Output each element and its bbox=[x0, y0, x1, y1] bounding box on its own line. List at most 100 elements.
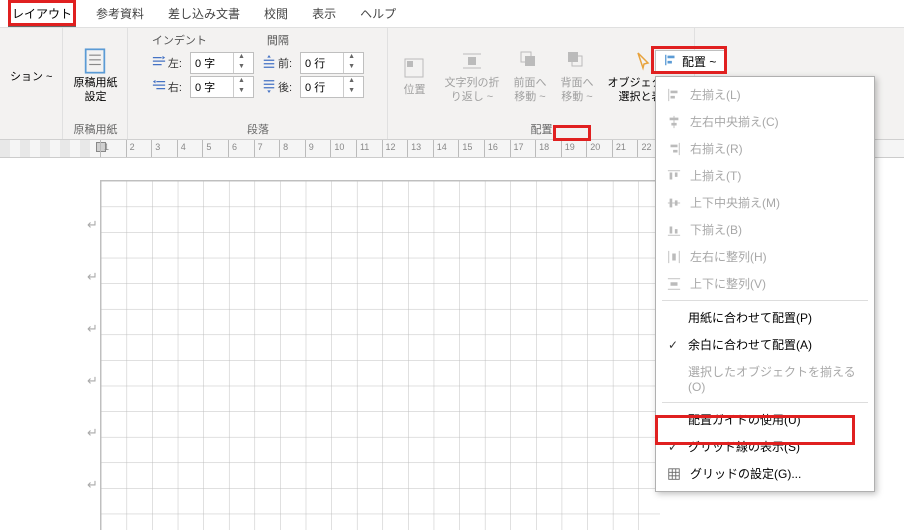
menu-align-to-page[interactable]: 用紙に合わせて配置(P) bbox=[656, 304, 874, 331]
indent-left-value[interactable] bbox=[191, 57, 233, 69]
menu-label: 用紙に合わせて配置(P) bbox=[688, 309, 812, 326]
spinner-buttons[interactable]: ▲▼ bbox=[233, 77, 249, 97]
menu-separator bbox=[662, 300, 868, 301]
wrap-icon bbox=[458, 47, 486, 75]
spacing-before-value[interactable] bbox=[301, 57, 343, 69]
menu-label: 右揃え(R) bbox=[690, 140, 743, 157]
grid-icon bbox=[666, 466, 682, 482]
section-button[interactable]: ション ~ bbox=[6, 69, 56, 86]
indent-right-value[interactable] bbox=[191, 81, 233, 93]
back-label: 背面へ 移動 ~ bbox=[560, 77, 593, 103]
menu-align-bottom: 下揃え(B) bbox=[656, 216, 874, 243]
distribute-v-icon bbox=[666, 276, 682, 292]
indent-left-input[interactable]: ▲▼ bbox=[190, 52, 254, 74]
menu-separator bbox=[662, 402, 868, 403]
check-mark-icon: ✓ bbox=[666, 338, 680, 352]
menu-distribute-h: 左右に整列(H) bbox=[656, 243, 874, 270]
menu-label: グリッドの設定(G)... bbox=[690, 465, 801, 482]
menu-label: 左右中央揃え(C) bbox=[690, 113, 779, 130]
tab-layout[interactable]: レイアウト bbox=[0, 1, 84, 26]
document-grid[interactable]: ↵ ↵ ↵ ↵ ↵ ↵ bbox=[100, 180, 660, 530]
spacing-after-icon bbox=[262, 79, 276, 96]
after-label: 後: bbox=[278, 79, 292, 95]
spacing-after-value[interactable] bbox=[301, 81, 343, 93]
paragraph-mark-icon: ↵ bbox=[87, 321, 98, 337]
menu-align-to-margin[interactable]: ✓ 余白に合わせて配置(A) bbox=[656, 331, 874, 358]
manuscript-settings-button[interactable]: 原稿用紙 設定 bbox=[69, 45, 121, 105]
group-label-paragraph: 段落 bbox=[247, 119, 269, 137]
indent-right-input[interactable]: ▲▼ bbox=[190, 76, 254, 98]
menu-use-guides[interactable]: 配置ガイドの使用(U) bbox=[656, 406, 874, 433]
menu-label: 上下に整列(V) bbox=[690, 275, 766, 292]
tab-references[interactable]: 参考資料 bbox=[84, 1, 156, 26]
menu-label: 上揃え(T) bbox=[690, 167, 741, 184]
before-label: 前: bbox=[278, 55, 292, 71]
bring-forward-icon bbox=[516, 47, 544, 75]
align-bottom-icon bbox=[666, 222, 682, 238]
indent-header: インデント bbox=[152, 32, 207, 50]
tab-mailings[interactable]: 差し込み文書 bbox=[156, 1, 252, 26]
menu-view-gridlines[interactable]: ✓ グリッド線の表示(S) bbox=[656, 433, 874, 460]
align-middle-v-icon bbox=[666, 195, 682, 211]
wrap-label: 文字列の折 り返し ~ bbox=[444, 77, 499, 103]
manuscript-label: 原稿用紙 設定 bbox=[73, 77, 117, 103]
align-left-icon bbox=[666, 87, 682, 103]
menu-label: 選択したオブジェクトを揃える(O) bbox=[688, 363, 864, 394]
align-dropdown-menu: 左揃え(L) 左右中央揃え(C) 右揃え(R) 上揃え(T) 上下中央揃え(M)… bbox=[655, 76, 875, 492]
spinner-buttons[interactable]: ▲▼ bbox=[343, 53, 359, 73]
left-label: 左: bbox=[168, 55, 182, 71]
ribbon-group-manuscript: 原稿用紙 設定 原稿用紙 bbox=[63, 28, 128, 139]
wrap-text-button[interactable]: 文字列の折 り返し ~ bbox=[440, 45, 503, 105]
send-back-icon bbox=[563, 47, 591, 75]
menu-label: 左右に整列(H) bbox=[690, 248, 767, 265]
ribbon-group-paragraph: インデント 間隔 左: ▲▼ 前: ▲▼ bbox=[128, 28, 388, 139]
align-center-h-icon bbox=[666, 114, 682, 130]
position-icon bbox=[400, 54, 428, 82]
menu-label: 余白に合わせて配置(A) bbox=[688, 336, 812, 353]
indent-right-icon bbox=[152, 79, 166, 96]
position-button[interactable]: 位置 bbox=[394, 52, 434, 99]
menu-distribute-v: 上下に整列(V) bbox=[656, 270, 874, 297]
group-label bbox=[30, 123, 33, 137]
menu-label: グリッド線の表示(S) bbox=[688, 438, 800, 455]
check-mark-icon: ✓ bbox=[666, 440, 680, 454]
align-right-icon bbox=[666, 141, 682, 157]
paragraph-mark-icon: ↵ bbox=[87, 477, 98, 493]
menu-label: 上下中央揃え(M) bbox=[690, 194, 780, 211]
align-dropdown-button[interactable]: 配置 ~ bbox=[655, 50, 725, 72]
tab-view[interactable]: 表示 bbox=[300, 1, 348, 26]
menu-grid-settings[interactable]: グリッドの設定(G)... bbox=[656, 460, 874, 487]
menu-label: 下揃え(B) bbox=[690, 221, 742, 238]
ribbon-group-truncated: ション ~ bbox=[0, 28, 63, 139]
ribbon-tabs: レイアウト 参考資料 差し込み文書 校閲 表示 ヘルプ bbox=[0, 0, 904, 28]
send-backward-button[interactable]: 背面へ 移動 ~ bbox=[556, 45, 597, 105]
menu-align-right: 右揃え(R) bbox=[656, 135, 874, 162]
spinner-buttons[interactable]: ▲▼ bbox=[233, 53, 249, 73]
ribbon-group-arrange: 位置 文字列の折 り返し ~ 前面へ 移動 ~ 背面へ 移動 ~ オブジェクトの… bbox=[388, 28, 695, 139]
align-top-icon bbox=[666, 168, 682, 184]
bring-forward-button[interactable]: 前面へ 移動 ~ bbox=[509, 45, 550, 105]
ruler-margin bbox=[0, 140, 100, 157]
position-label: 位置 bbox=[403, 84, 425, 97]
spacing-before-input[interactable]: ▲▼ bbox=[300, 52, 364, 74]
paragraph-mark-icon: ↵ bbox=[87, 373, 98, 389]
menu-align-left: 左揃え(L) bbox=[656, 81, 874, 108]
spacing-before-icon bbox=[262, 55, 276, 72]
right-label: 右: bbox=[168, 79, 182, 95]
spacing-after-input[interactable]: ▲▼ bbox=[300, 76, 364, 98]
paragraph-mark-icon: ↵ bbox=[87, 269, 98, 285]
indent-left-icon bbox=[152, 55, 166, 72]
align-button-label: 配置 ~ bbox=[682, 53, 716, 70]
menu-align-center-h: 左右中央揃え(C) bbox=[656, 108, 874, 135]
group-label-manuscript: 原稿用紙 bbox=[73, 119, 117, 137]
align-icon bbox=[664, 53, 678, 70]
paragraph-mark-icon: ↵ bbox=[87, 217, 98, 233]
document-icon bbox=[81, 47, 109, 75]
spacing-header: 間隔 bbox=[267, 32, 289, 50]
paragraph-mark-icon: ↵ bbox=[87, 425, 98, 441]
spinner-buttons[interactable]: ▲▼ bbox=[343, 77, 359, 97]
tab-help[interactable]: ヘルプ bbox=[348, 1, 408, 26]
tab-review[interactable]: 校閲 bbox=[252, 1, 300, 26]
menu-align-top: 上揃え(T) bbox=[656, 162, 874, 189]
menu-label: 左揃え(L) bbox=[690, 86, 741, 103]
